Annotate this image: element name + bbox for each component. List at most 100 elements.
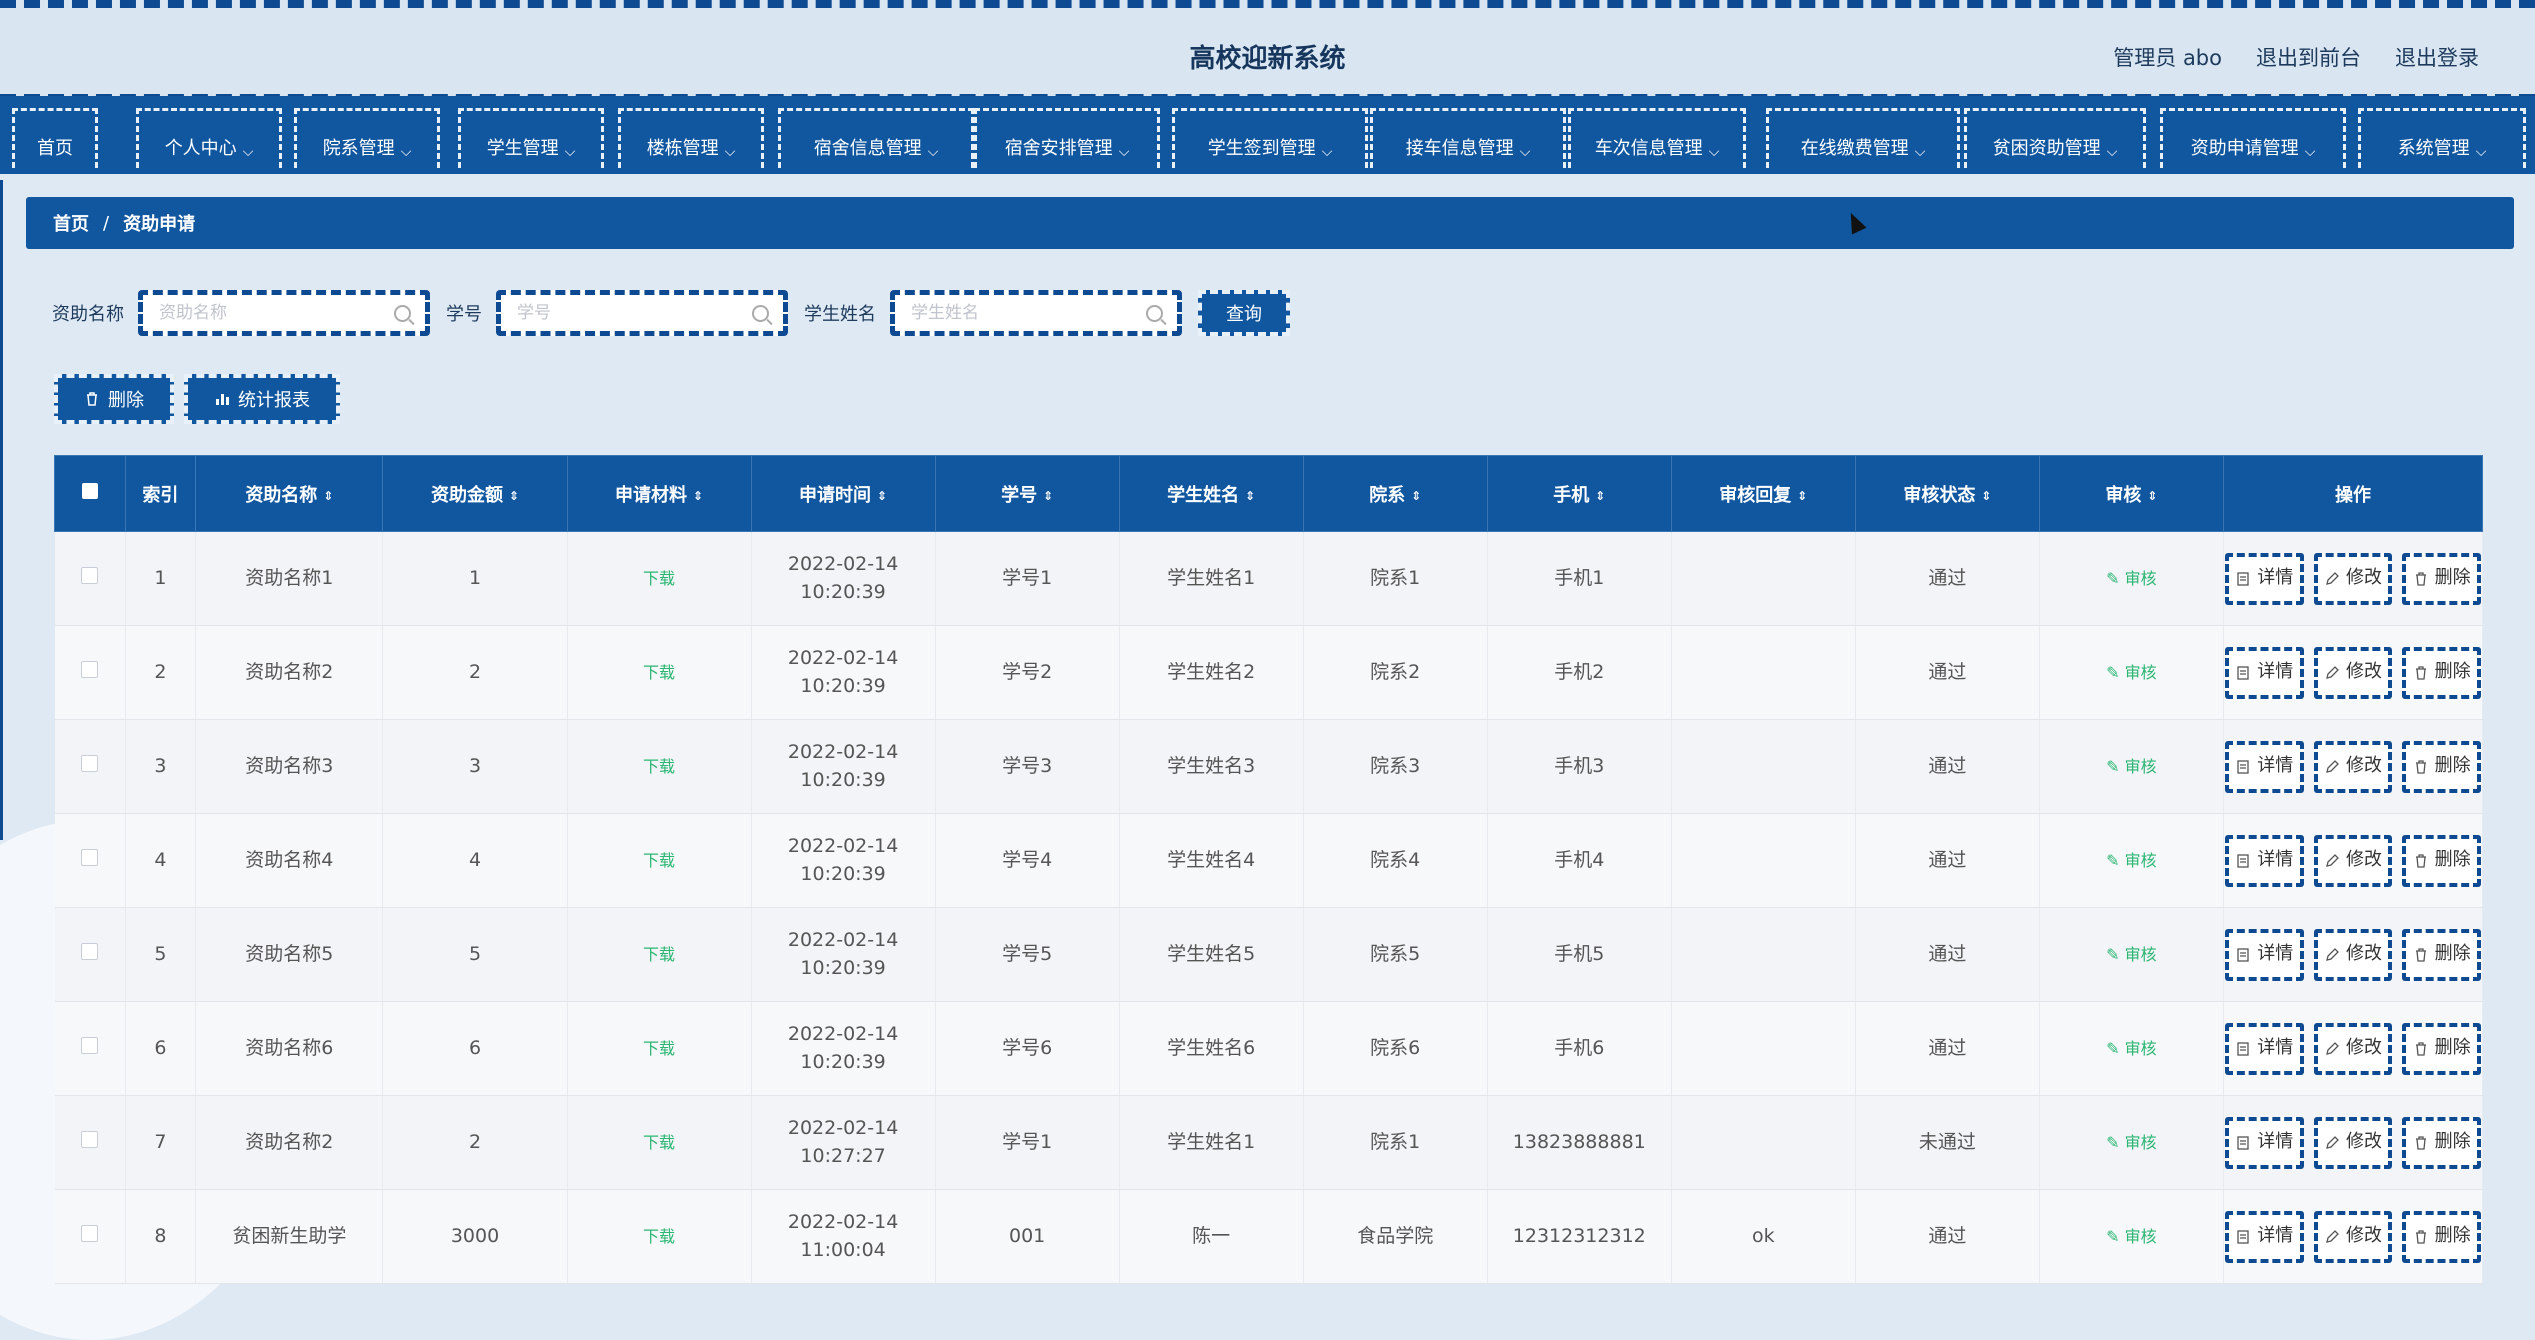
- column-header[interactable]: 审核状态 ⇕: [1854, 455, 2040, 532]
- student-name-input[interactable]: [909, 302, 1146, 324]
- detail-button[interactable]: 详情: [2224, 1022, 2304, 1075]
- sort-icon[interactable]: ⇕: [693, 489, 703, 503]
- delete-button[interactable]: 删除: [2402, 1022, 2481, 1075]
- detail-button[interactable]: 详情: [2224, 1116, 2304, 1169]
- audit-link[interactable]: ✎ 审核: [2106, 1133, 2157, 1152]
- row-checkbox[interactable]: [81, 942, 99, 960]
- column-header[interactable]: 索引: [124, 455, 197, 532]
- nav-item-6[interactable]: 宿舍信息管理 ⌵: [778, 108, 974, 168]
- row-select-cell[interactable]: [54, 813, 126, 908]
- edit-button[interactable]: 修改: [2313, 740, 2393, 793]
- edit-button[interactable]: 修改: [2313, 552, 2393, 605]
- sort-icon[interactable]: ⇕: [2147, 489, 2157, 503]
- nav-item-3[interactable]: 院系管理 ⌵: [294, 108, 440, 168]
- row-checkbox[interactable]: [81, 660, 99, 678]
- delete-button[interactable]: 删除: [2402, 646, 2481, 699]
- delete-button[interactable]: 删除: [2402, 928, 2481, 981]
- column-header[interactable]: 申请材料 ⇕: [566, 455, 752, 532]
- column-header[interactable]: 申请时间 ⇕: [750, 455, 936, 532]
- sort-icon[interactable]: ⇕: [1043, 489, 1053, 503]
- nav-item-14[interactable]: 系统管理 ⌵: [2358, 108, 2526, 168]
- aid-name-input[interactable]: [157, 302, 394, 324]
- detail-button[interactable]: 详情: [2224, 552, 2304, 605]
- edit-button[interactable]: 修改: [2313, 1116, 2393, 1169]
- row-select-cell[interactable]: [54, 1095, 126, 1190]
- edit-button[interactable]: 修改: [2313, 646, 2393, 699]
- nav-item-5[interactable]: 楼栋管理 ⌵: [618, 108, 764, 168]
- logout-link[interactable]: 退出登录: [2395, 42, 2479, 72]
- audit-link[interactable]: ✎ 审核: [2106, 757, 2157, 776]
- audit-link[interactable]: ✎ 审核: [2106, 1039, 2157, 1058]
- column-header[interactable]: 院系 ⇕: [1302, 455, 1488, 532]
- edit-button[interactable]: 修改: [2313, 1022, 2393, 1075]
- column-header[interactable]: 审核 ⇕: [2038, 455, 2224, 532]
- row-checkbox[interactable]: [81, 1224, 99, 1242]
- row-select-cell[interactable]: [54, 1189, 126, 1284]
- student-id-search-box[interactable]: [496, 290, 788, 336]
- detail-button[interactable]: 详情: [2224, 834, 2304, 887]
- delete-button[interactable]: 删除: [2402, 552, 2481, 605]
- row-checkbox[interactable]: [81, 1130, 99, 1148]
- nav-item-4[interactable]: 学生管理 ⌵: [458, 108, 604, 168]
- nav-item-9[interactable]: 接车信息管理 ⌵: [1370, 108, 1566, 168]
- edit-button[interactable]: 修改: [2313, 928, 2393, 981]
- delete-button[interactable]: 删除: [2402, 1210, 2481, 1263]
- row-select-cell[interactable]: [54, 531, 126, 626]
- detail-button[interactable]: 详情: [2224, 1210, 2304, 1263]
- detail-button[interactable]: 详情: [2224, 646, 2304, 699]
- row-select-cell[interactable]: [54, 1001, 126, 1096]
- nav-item-8[interactable]: 学生签到管理 ⌵: [1172, 108, 1368, 168]
- exit-to-front-link[interactable]: 退出到前台: [2256, 42, 2361, 72]
- download-link[interactable]: 下载: [643, 757, 675, 776]
- edit-button[interactable]: 修改: [2313, 834, 2393, 887]
- column-header[interactable]: 资助名称 ⇕: [195, 455, 384, 532]
- nav-item-10[interactable]: 车次信息管理 ⌵: [1568, 108, 1746, 168]
- download-link[interactable]: 下载: [643, 569, 675, 588]
- edit-button[interactable]: 修改: [2313, 1210, 2393, 1263]
- nav-item-11[interactable]: 在线缴费管理 ⌵: [1766, 108, 1960, 168]
- sort-icon[interactable]: ⇕: [877, 489, 887, 503]
- audit-link[interactable]: ✎ 审核: [2106, 945, 2157, 964]
- select-all-checkbox[interactable]: [81, 483, 98, 499]
- download-link[interactable]: 下载: [643, 1133, 675, 1152]
- delete-button[interactable]: 删除: [2402, 740, 2481, 793]
- audit-link[interactable]: ✎ 审核: [2106, 851, 2157, 870]
- aid-name-search-box[interactable]: [138, 290, 430, 336]
- delete-button[interactable]: 删除: [2402, 1116, 2481, 1169]
- delete-button[interactable]: 删除: [2402, 834, 2481, 887]
- download-link[interactable]: 下载: [643, 851, 675, 870]
- row-select-cell[interactable]: [54, 719, 126, 814]
- row-select-cell[interactable]: [54, 625, 126, 720]
- column-header[interactable]: 学生姓名 ⇕: [1118, 455, 1304, 532]
- detail-button[interactable]: 详情: [2224, 740, 2304, 793]
- student-name-search-box[interactable]: [890, 290, 1182, 336]
- nav-item-13[interactable]: 资助申请管理 ⌵: [2160, 108, 2346, 168]
- audit-link[interactable]: ✎ 审核: [2106, 663, 2157, 682]
- sort-icon[interactable]: ⇕: [1981, 489, 1991, 503]
- sort-icon[interactable]: ⇕: [1245, 489, 1255, 503]
- column-header[interactable]: 操作: [2222, 455, 2484, 532]
- row-select-cell[interactable]: [54, 907, 126, 1002]
- batch-delete-button[interactable]: 删除: [54, 374, 174, 424]
- column-header[interactable]: 资助金额 ⇕: [382, 455, 568, 532]
- download-link[interactable]: 下载: [643, 945, 675, 964]
- nav-item-12[interactable]: 贫困资助管理 ⌵: [1964, 108, 2146, 168]
- breadcrumb-home[interactable]: 首页: [53, 210, 89, 236]
- sort-icon[interactable]: ⇕: [509, 489, 519, 503]
- column-header[interactable]: 审核回复 ⇕: [1670, 455, 1856, 532]
- nav-item-2[interactable]: 个人中心 ⌵: [136, 108, 282, 168]
- row-checkbox[interactable]: [81, 848, 99, 866]
- download-link[interactable]: 下载: [643, 1039, 675, 1058]
- audit-link[interactable]: ✎ 审核: [2106, 569, 2157, 588]
- detail-button[interactable]: 详情: [2224, 928, 2304, 981]
- sort-icon[interactable]: ⇕: [1411, 489, 1421, 503]
- nav-item-1[interactable]: 首页: [12, 108, 98, 168]
- download-link[interactable]: 下载: [643, 663, 675, 682]
- stat-report-button[interactable]: 统计报表: [184, 374, 340, 424]
- sort-icon[interactable]: ⇕: [1797, 489, 1807, 503]
- row-checkbox[interactable]: [81, 566, 99, 584]
- select-all-header[interactable]: [54, 455, 126, 532]
- query-button[interactable]: 查询: [1198, 290, 1290, 336]
- column-header[interactable]: 学号 ⇕: [934, 455, 1120, 532]
- sort-icon[interactable]: ⇕: [323, 489, 333, 503]
